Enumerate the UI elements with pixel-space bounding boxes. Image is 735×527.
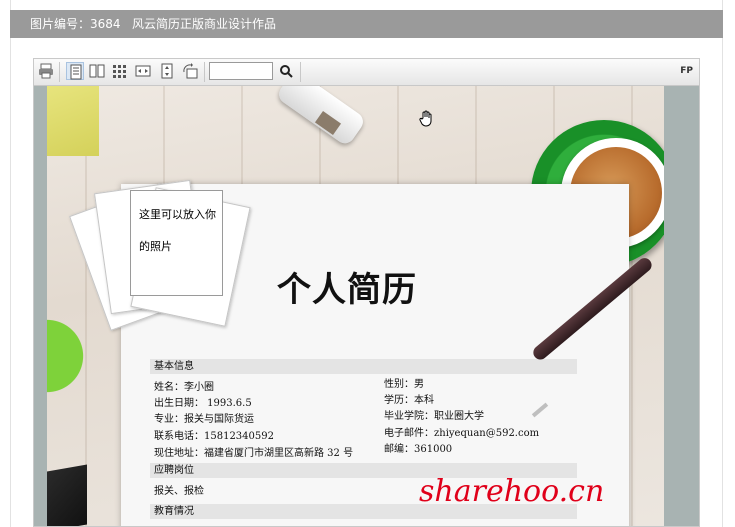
search-icon[interactable]	[277, 62, 295, 80]
rotate-icon[interactable]	[181, 62, 199, 80]
fit-height-icon[interactable]	[158, 62, 176, 80]
viewer-toolbar: FP	[34, 59, 699, 86]
image-id: 图片编号：3684	[30, 17, 121, 31]
phone-decoration	[47, 464, 87, 526]
basic-info-line: 性别：男	[384, 379, 424, 390]
document-viewer: FP 这里可以放入你 的照片 个人简历 基本信息 姓名：李小圈 出生日期： 19…	[33, 58, 700, 527]
basic-info-line: 邮编：361000	[384, 444, 453, 455]
basic-info-line: 联系电话：15812340592	[154, 431, 274, 442]
toolbar-separator	[300, 62, 301, 82]
section-basic-info: 基本信息	[150, 359, 577, 374]
document-area[interactable]: 这里可以放入你 的照片 个人简历 基本信息 姓名：李小圈 出生日期： 1993.…	[34, 86, 699, 526]
basic-info-line: 电子邮件：zhiyequan@592.com	[384, 428, 540, 439]
single-page-icon[interactable]	[66, 62, 84, 80]
toolbar-separator	[59, 62, 60, 82]
resume-title: 个人简历	[277, 270, 417, 310]
position-value: 报关、报检	[154, 486, 204, 497]
image-title-bar: 图片编号：3684 风云简历正版商业设计作品	[10, 10, 723, 38]
photo-hint-line: 这里可以放入你	[139, 208, 216, 221]
watermark-text: sharehoo.cn	[419, 474, 605, 509]
basic-info-line: 现住地址：福建省厦门市湖里区高新路 32 号	[154, 448, 354, 459]
toolbar-separator	[204, 62, 205, 82]
print-icon[interactable]	[37, 62, 55, 80]
basic-info-line: 专业：报关与国际货运	[154, 414, 254, 425]
basic-info-line: 姓名：李小圈	[154, 382, 214, 393]
brand-label: FP	[680, 66, 693, 76]
resume-page: 这里可以放入你 的照片 个人简历 基本信息 姓名：李小圈 出生日期： 1993.…	[47, 86, 664, 526]
photo-hint-line: 的照片	[139, 240, 172, 253]
sticky-note-decoration	[47, 86, 99, 156]
fit-width-icon[interactable]	[134, 62, 152, 80]
basic-info-line: 出生日期： 1993.6.5	[154, 398, 252, 409]
image-title: 风云简历正版商业设计作品	[132, 17, 277, 31]
photo-placeholder: 这里可以放入你 的照片	[130, 190, 223, 296]
green-note-decoration	[47, 316, 85, 396]
thumbnails-icon[interactable]	[110, 62, 128, 80]
search-input[interactable]	[209, 62, 273, 80]
two-page-icon[interactable]	[88, 62, 106, 80]
hand-cursor-icon	[419, 110, 432, 127]
basic-info-line: 学历：本科	[384, 395, 434, 406]
basic-info-line: 毕业学院：职业圈大学	[384, 411, 484, 422]
